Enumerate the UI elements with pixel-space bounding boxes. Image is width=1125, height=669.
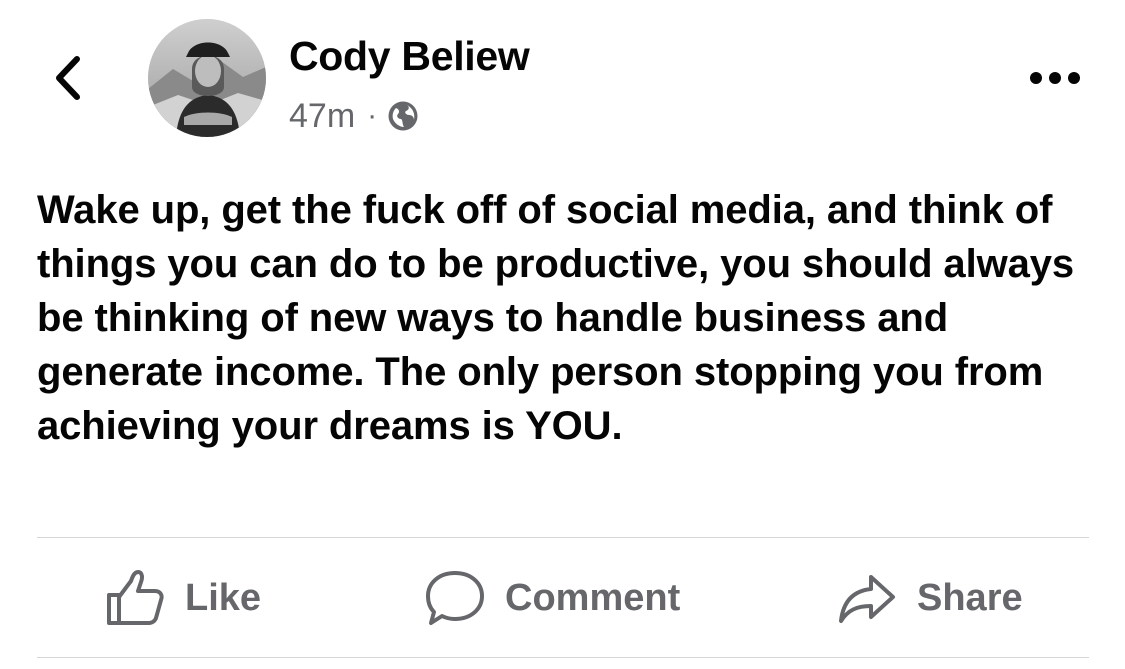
divider-top <box>37 537 1089 538</box>
post-meta: 47m · <box>289 95 419 137</box>
speech-bubble-icon <box>426 571 484 625</box>
comment-label: Comment <box>505 576 681 619</box>
share-arrow-icon <box>839 575 895 623</box>
share-button[interactable]: Share <box>837 540 1023 656</box>
more-horizontal-icon <box>1030 72 1080 84</box>
author-name[interactable]: Cody Beliew <box>289 33 530 80</box>
like-label: Like <box>185 576 262 619</box>
share-label: Share <box>917 576 1023 619</box>
back-button[interactable] <box>44 52 92 104</box>
action-bar: Like Comment Share <box>37 540 1089 656</box>
comment-button[interactable]: Comment <box>425 540 680 656</box>
post-text: Wake up, get the fuck off of social medi… <box>37 188 1075 448</box>
more-options-button[interactable] <box>1026 60 1084 96</box>
chevron-left-icon <box>56 56 80 100</box>
avatar[interactable] <box>148 19 266 137</box>
divider-bottom <box>37 657 1089 658</box>
globe-icon <box>388 101 418 131</box>
meta-separator: · <box>367 99 378 132</box>
like-button[interactable]: Like <box>105 540 261 656</box>
post-timestamp[interactable]: 47m <box>289 97 355 136</box>
thumbs-up-icon <box>107 570 164 625</box>
